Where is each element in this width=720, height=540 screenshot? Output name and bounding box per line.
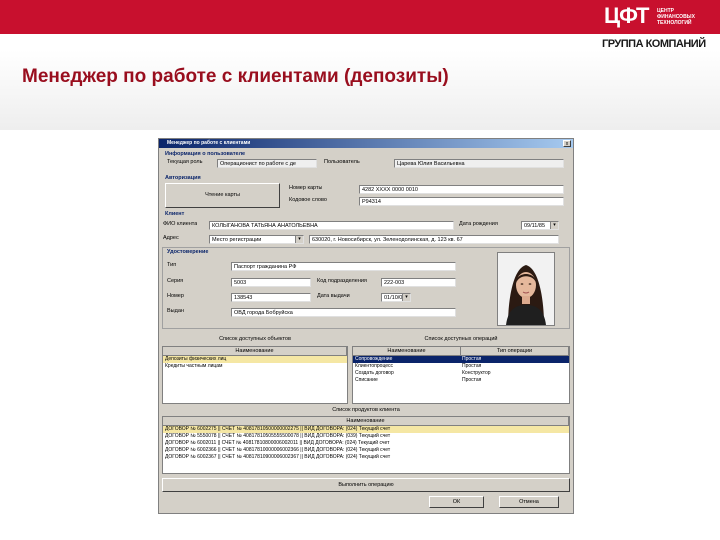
client-products-header-cell: Наименование: [163, 417, 569, 425]
products-header: Наименование: [163, 347, 347, 356]
group-label: ГРУППА КОМПАНИЙ: [602, 38, 706, 50]
logo-text: ЦФТ: [604, 3, 649, 28]
list-item[interactable]: Депозиты физических лиц: [163, 356, 347, 363]
list-item[interactable]: Кредиты частным лицам: [163, 363, 347, 370]
contract-row-text: ДОГОВОР № 6002011 || СЧЕТ № 408178108000…: [165, 440, 390, 446]
table-row[interactable]: Списание Простая: [353, 377, 569, 384]
address-type-value: Место регистрации: [212, 237, 262, 243]
contract-row-text: ДОГОВОР № 6002275 || СЧЕТ № 408178105000…: [165, 426, 391, 432]
doc-type-label: Тип: [167, 262, 177, 268]
operation-type: Простая: [462, 356, 482, 362]
contract-row-text: ДОГОВОР № 6002366 || СЧЕТ № 408178100000…: [165, 447, 391, 453]
card-number-field[interactable]: 4282 XXXX 0000 0010: [359, 185, 564, 194]
operation-name: Сопровождение: [355, 356, 393, 362]
table-row[interactable]: Создать договор Конструктор: [353, 370, 569, 377]
doc-type-field[interactable]: Паспорт гражданина РФ: [231, 262, 456, 271]
operations-header-name: Наименование: [353, 347, 461, 355]
card-number-label: Номер карты: [289, 185, 323, 191]
contract-row-text: ДОГОВОР № 6002367 || СЧЕТ № 408178109000…: [165, 454, 391, 460]
chevron-down-icon[interactable]: ▾: [295, 236, 303, 243]
operation-name: Списание: [355, 377, 378, 383]
code-word-label: Кодовое слово: [289, 197, 327, 203]
operation-type: Простая: [462, 377, 482, 383]
products-header-cell: Наименование: [163, 347, 347, 355]
table-row[interactable]: Сопровождение Простая: [353, 356, 569, 363]
operation-name: Создать договор: [355, 370, 394, 376]
fio-field[interactable]: КОЛЫГАНОВА ТАТЬЯНА АНАТОЛЬЕВНА: [209, 221, 454, 230]
client-products-header: Наименование: [163, 417, 569, 426]
issued-by-label: Выдан: [167, 308, 184, 314]
top-brand-bar: ЦФТ ЦЕНТР ФИНАНСОВЫХ ТЕХНОЛОГИЙ: [0, 0, 720, 34]
client-products-list[interactable]: Наименование ДОГОВОР № 6002275 || СЧЕТ №…: [162, 416, 570, 474]
operation-type: Конструктор: [462, 370, 491, 376]
client-section: Клиент: [165, 211, 185, 217]
operations-header: Наименование Тип операции: [353, 347, 569, 356]
calendar-dropdown-icon[interactable]: ▾: [402, 294, 410, 301]
ok-button[interactable]: ОК: [429, 496, 484, 508]
address-label: Адрес: [163, 235, 179, 241]
dob-value: 09/11/85: [524, 223, 546, 229]
user-field: Царева Юлия Васильевна: [394, 159, 564, 168]
address-field[interactable]: 630020, г. Новосибирск, ул. Зеленодолинс…: [309, 235, 559, 244]
calendar-dropdown-icon[interactable]: ▾: [550, 222, 558, 229]
issue-date-label: Дата выдачи: [317, 293, 350, 299]
series-label: Серия: [167, 278, 184, 284]
run-operation-button[interactable]: Выполнить операцию: [162, 478, 570, 492]
close-button[interactable]: x: [563, 140, 571, 147]
operations-header-type: Тип операции: [461, 347, 569, 355]
client-products-title: Список продуктов клиента: [332, 407, 400, 413]
dob-label: Дата рождения: [459, 221, 498, 227]
read-card-button[interactable]: Чтение карты: [165, 183, 280, 208]
series-field[interactable]: 5003: [231, 278, 311, 287]
app-window: Менеджер по работе с клиентами x Информа…: [158, 138, 574, 514]
operations-title: Список доступных операций: [424, 336, 498, 342]
operations-list[interactable]: Наименование Тип операции Сопровождение П…: [352, 346, 570, 404]
user-info-section: Информация о пользователе: [165, 151, 246, 157]
table-row[interactable]: ДОГОВОР № 6002275 || СЧЕТ № 408178105000…: [163, 426, 569, 433]
table-row[interactable]: ДОГОВОР № 6002011 || СЧЕТ № 408178108000…: [163, 440, 569, 447]
auth-section: Авторизация: [165, 175, 201, 181]
cancel-button[interactable]: Отмена: [499, 496, 559, 508]
list-item-label: Депозиты физических лиц: [165, 356, 227, 362]
title-band: [0, 50, 720, 130]
table-row[interactable]: Клиентопроцесс Простая: [353, 363, 569, 370]
table-row[interactable]: ДОГОВОР № 6002366 || СЧЕТ № 408178100000…: [163, 447, 569, 454]
operation-type: Простая: [462, 363, 482, 369]
client-photo-image: [498, 253, 554, 325]
position-label: Текущая роль: [167, 159, 203, 165]
fio-label: ФИО клиента: [163, 221, 198, 227]
page-title: Менеджер по работе с клиентами (депозиты…: [22, 66, 449, 87]
list-item-label: Кредиты частным лицам: [165, 363, 223, 369]
doc-number-field[interactable]: 138543: [231, 293, 311, 302]
table-row[interactable]: ДОГОВОР № 6002367 || СЧЕТ № 408178109000…: [163, 454, 569, 461]
issue-date-field[interactable]: 01/10/03 ▾: [381, 293, 411, 302]
dept-code-field[interactable]: 222-003: [381, 278, 456, 287]
address-type-field[interactable]: Место регистрации ▾: [209, 235, 304, 244]
logo-subtext: ЦЕНТР ФИНАНСОВЫХ ТЕХНОЛОГИЙ: [657, 8, 695, 26]
products-title: Список доступных объектов: [219, 336, 291, 342]
dept-code-label: Код подразделения: [317, 278, 367, 284]
window-title: Менеджер по работе с клиентами: [159, 139, 573, 148]
issued-by-field[interactable]: ОВД города Бобруйска: [231, 308, 456, 317]
document-section: Удостоверение: [167, 249, 209, 255]
position-field: Операционист по работе с де: [217, 159, 317, 168]
doc-number-label: Номер: [167, 293, 184, 299]
table-row[interactable]: ДОГОВОР № 5550078 || СЧЕТ № 408178105055…: [163, 433, 569, 440]
dob-field[interactable]: 09/11/85 ▾: [521, 221, 559, 230]
code-word-field[interactable]: Р94314: [359, 197, 564, 206]
client-photo: [497, 252, 555, 326]
contract-row-text: ДОГОВОР № 5550078 || СЧЕТ № 408178105055…: [165, 433, 391, 439]
products-list[interactable]: Наименование Депозиты физических лиц Кре…: [162, 346, 348, 404]
user-label: Пользователь: [324, 159, 360, 165]
operation-name: Клиентопроцесс: [355, 363, 394, 369]
company-logo: ЦФТ ЦЕНТР ФИНАНСОВЫХ ТЕХНОЛОГИЙ: [604, 3, 720, 34]
